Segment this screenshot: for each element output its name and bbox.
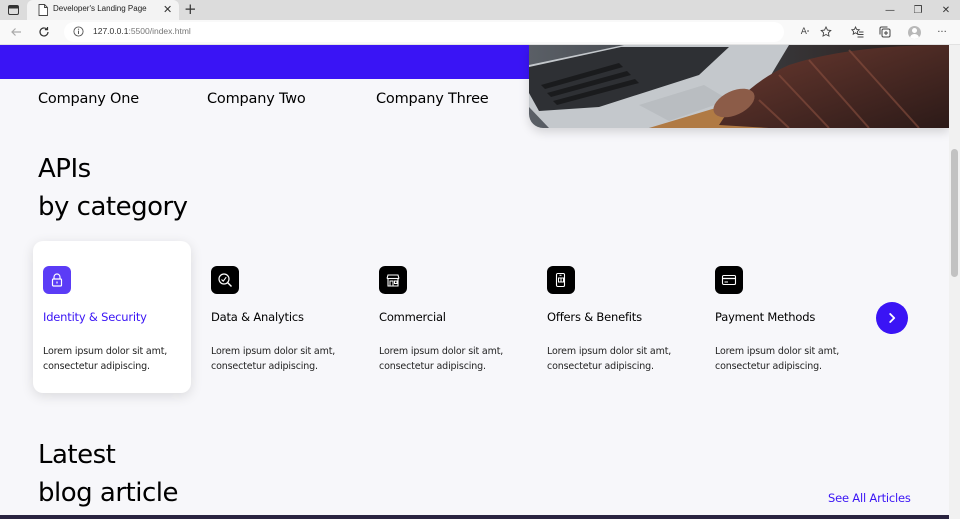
browser-tab[interactable]: Developer's Landing Page ✕ <box>27 0 179 20</box>
category-card-data-analytics[interactable]: Data & Analytics Lorem ipsum dolor sit a… <box>201 241 359 393</box>
more-menu-icon[interactable]: ··· <box>934 24 950 40</box>
taskbar-edge <box>0 515 949 519</box>
tab-title: Developer's Landing Page <box>53 4 147 13</box>
scrollbar-thumb[interactable] <box>951 149 958 277</box>
read-aloud-sup: ᵃ <box>806 28 810 36</box>
chevron-right-icon <box>889 313 896 323</box>
company-three: Company Three <box>376 91 489 107</box>
category-description: Lorem ipsum dolor sit amt, consectetur a… <box>43 346 168 372</box>
category-description: Lorem ipsum dolor sit amt, consectetur a… <box>379 346 504 372</box>
collections-icon[interactable] <box>877 24 893 40</box>
gift-phone-icon <box>547 266 575 294</box>
company-two: Company Two <box>207 91 306 107</box>
blog-title-line2: blog article <box>38 478 178 508</box>
reload-icon[interactable] <box>36 24 52 40</box>
site-info-icon[interactable] <box>73 26 84 37</box>
tab-actions-icon[interactable] <box>6 3 20 17</box>
back-arrow-icon[interactable] <box>8 24 24 40</box>
category-card-payment-methods[interactable]: Payment Methods Lorem ipsum dolor sit am… <box>705 241 863 393</box>
restore-button[interactable]: ❐ <box>904 0 932 20</box>
category-description: Lorem ipsum dolor sit amt, consectetur a… <box>547 346 672 372</box>
browser-tab-strip: Developer's Landing Page ✕ + — ❐ ✕ <box>0 0 960 20</box>
page-content: Company One Company Two Company Three AP… <box>0 45 949 519</box>
favorites-list-icon[interactable] <box>849 24 865 40</box>
browser-toolbar: 127.0.0.1:5500/index.html Aᵃ ··· <box>0 20 960 45</box>
close-window-button[interactable]: ✕ <box>932 0 960 20</box>
blog-title-line1: Latest <box>38 440 116 470</box>
category-card-commercial[interactable]: Commercial Lorem ipsum dolor sit amt, co… <box>369 241 527 393</box>
category-card-offers-benefits[interactable]: Offers & Benefits Lorem ipsum dolor sit … <box>537 241 695 393</box>
address-bar[interactable]: 127.0.0.1:5500/index.html <box>64 22 784 42</box>
company-one: Company One <box>38 91 139 107</box>
apis-title-line1: APIs <box>38 154 91 184</box>
category-description: Lorem ipsum dolor sit amt, consectetur a… <box>715 346 840 372</box>
laptop-photo <box>529 45 949 128</box>
category-description: Lorem ipsum dolor sit amt, consectetur a… <box>211 346 336 372</box>
avatar <box>907 25 921 39</box>
category-name: Identity & Security <box>43 310 147 324</box>
url-host: 127.0.0.1 <box>93 26 129 36</box>
hero-band <box>0 45 530 79</box>
category-card-identity-security[interactable]: Identity & Security Lorem ipsum dolor si… <box>33 241 191 393</box>
read-aloud-icon[interactable]: Aᵃ <box>797 24 813 40</box>
category-name: Data & Analytics <box>211 310 304 324</box>
minimize-button[interactable]: — <box>876 0 904 20</box>
store-icon <box>379 266 407 294</box>
url-text: 127.0.0.1:5500/index.html <box>93 26 191 36</box>
hero-laptop-image <box>529 45 949 128</box>
apis-title-line2: by category <box>38 192 188 222</box>
see-all-articles-link[interactable]: See All Articles <box>828 491 911 505</box>
category-name: Offers & Benefits <box>547 310 642 324</box>
lock-icon <box>43 266 71 294</box>
page-scrollbar[interactable] <box>949 45 960 519</box>
tab-close-icon[interactable]: ✕ <box>163 3 172 17</box>
credit-card-icon <box>715 266 743 294</box>
new-tab-button[interactable]: + <box>184 1 197 18</box>
category-name: Commercial <box>379 310 446 324</box>
url-path: :5500/index.html <box>128 26 191 36</box>
page-favicon-icon <box>38 4 48 16</box>
next-category-button[interactable] <box>876 302 908 334</box>
favorite-star-icon[interactable] <box>818 24 834 40</box>
window-controls: — ❐ ✕ <box>876 0 960 20</box>
chart-search-icon <box>211 266 239 294</box>
category-name: Payment Methods <box>715 310 816 324</box>
profile-avatar-icon[interactable] <box>906 24 922 40</box>
